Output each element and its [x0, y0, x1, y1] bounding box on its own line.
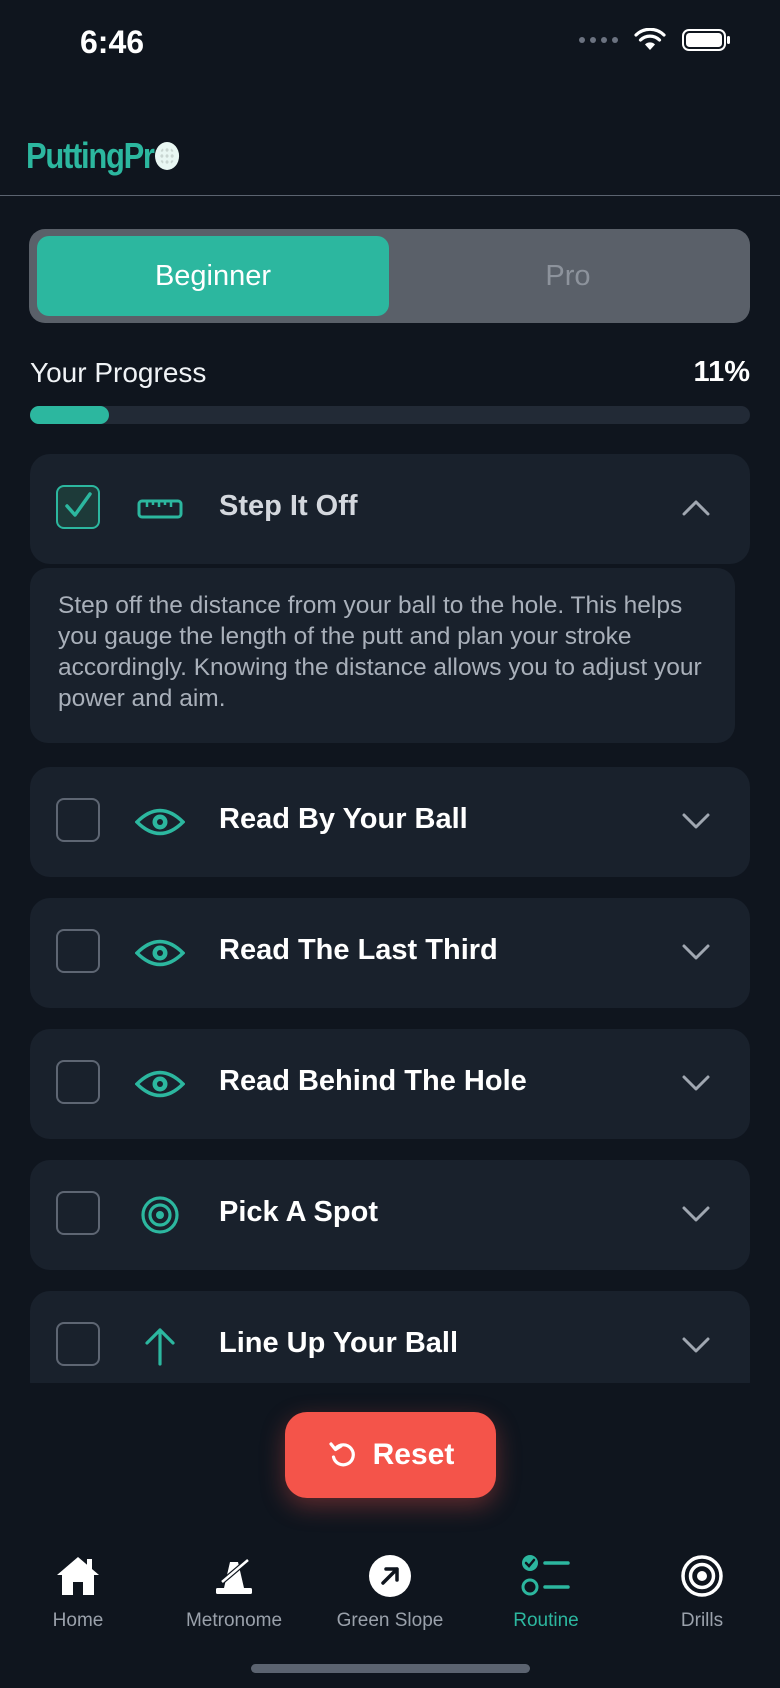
chevron-up-icon[interactable] [680, 492, 712, 524]
logo-text: PuttingPr [26, 135, 155, 176]
tab-label: Home [52, 1610, 104, 1631]
ruler-icon [134, 483, 186, 535]
reset-label: Reset [372, 1438, 455, 1471]
routine-step-read-the-last-third[interactable]: Read The Last Third [30, 898, 750, 1008]
routine-step-read-by-your-ball[interactable]: Read By Your Ball [30, 767, 750, 877]
step-checkbox[interactable] [56, 929, 100, 973]
routine-step-line-up-your-ball[interactable]: Line Up Your Ball [30, 1291, 750, 1383]
metronome-icon [208, 1550, 260, 1602]
progress-bar-fill [30, 406, 110, 424]
level-segmented-control: Beginner Pro [29, 229, 750, 323]
eye-icon [134, 927, 186, 979]
tab-label: Metronome [185, 1610, 283, 1631]
tab-metronome[interactable]: Metronome [156, 1550, 312, 1632]
chevron-down-icon[interactable] [680, 1198, 712, 1230]
step-title: Read By Your Ball [219, 803, 468, 835]
reset-button[interactable]: Reset [285, 1412, 496, 1498]
beginner-tab[interactable]: Beginner [37, 236, 389, 316]
step-checkbox[interactable] [56, 798, 100, 842]
routine-step-pick-a-spot[interactable]: Pick A Spot [30, 1160, 750, 1270]
golf-ball-icon [155, 142, 180, 170]
arrow-up-icon [134, 1320, 186, 1372]
progress-label: Your Progress [30, 357, 207, 388]
target-icon [676, 1550, 728, 1602]
chevron-down-icon[interactable] [680, 1329, 712, 1361]
house-icon [52, 1550, 104, 1602]
chevron-down-icon[interactable] [680, 1067, 712, 1099]
routine-list[interactable]: Step It Off Step off the distance from y… [0, 450, 780, 1383]
eye-icon [134, 796, 186, 848]
chevron-down-icon[interactable] [680, 805, 712, 837]
tab-routine[interactable]: Routine [468, 1550, 624, 1632]
step-checkbox-checked[interactable] [56, 485, 100, 529]
status-time: 6:46 [80, 24, 145, 60]
pro-tab[interactable]: Pro [393, 236, 743, 316]
step-description: Step off the distance from your ball to … [30, 568, 735, 743]
status-icons [579, 28, 732, 52]
tab-green-slope[interactable]: Green Slope [312, 1550, 468, 1632]
battery-icon [682, 29, 730, 51]
app-header: PuttingPr [0, 95, 780, 196]
progress-percent: 11% [693, 356, 750, 388]
step-checkbox[interactable] [56, 1060, 100, 1104]
step-title: Step It Off [219, 490, 358, 522]
tab-drills[interactable]: Drills [624, 1550, 780, 1632]
target-icon [134, 1189, 186, 1241]
tab-label: Routine [513, 1610, 579, 1631]
step-checkbox[interactable] [56, 1322, 100, 1366]
cellular-signal-icon [579, 37, 618, 43]
puttingpro-logo: PuttingPr [26, 135, 180, 177]
step-title: Line Up Your Ball [219, 1327, 459, 1359]
wifi-icon [634, 28, 666, 50]
tab-label: Drills [680, 1610, 724, 1631]
step-checkbox[interactable] [56, 1191, 100, 1235]
home-indicator [251, 1664, 530, 1673]
routine-step-step-it-off[interactable]: Step It Off [30, 454, 750, 564]
routine-step-read-behind-the-hole[interactable]: Read Behind The Hole [30, 1029, 750, 1139]
rotate-ccw-icon [329, 1442, 355, 1467]
checkmark-icon [65, 492, 92, 517]
arrow-up-right-circle-icon [364, 1550, 416, 1602]
step-title: Read The Last Third [219, 934, 498, 966]
chevron-down-icon[interactable] [680, 936, 712, 968]
progress-bar [30, 406, 750, 424]
step-title: Read Behind The Hole [219, 1065, 527, 1097]
checklist-icon [520, 1550, 572, 1602]
status-bar: 6:46 [0, 0, 780, 95]
eye-icon [134, 1058, 186, 1110]
tab-home[interactable]: Home [0, 1550, 156, 1632]
step-title: Pick A Spot [219, 1196, 378, 1228]
tab-label: Green Slope [336, 1610, 444, 1631]
